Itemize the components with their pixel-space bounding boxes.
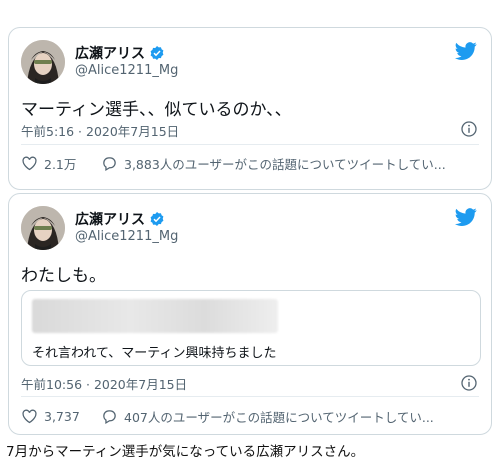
quoted-tweet-text: それ言われて、マーティン興味持ちました	[32, 346, 277, 361]
tweet-timestamp[interactable]: 午前5:16 · 2020年7月15日	[21, 121, 179, 140]
like-count: 2.1万	[44, 157, 77, 172]
verified-badge-icon	[149, 211, 165, 227]
tweet-card[interactable]: 広瀬アリス @Alice1211_Mg わたしも。 それ言われて、マーティン興味…	[8, 193, 492, 435]
info-icon[interactable]	[461, 121, 477, 137]
display-name[interactable]: 広瀬アリス	[75, 43, 145, 63]
conversation-link[interactable]: 3,883人のユーザーがこの話題についてツイートしてい...	[101, 154, 446, 173]
divider	[21, 144, 479, 145]
divider	[21, 396, 479, 397]
like-button[interactable]: 2.1万	[21, 154, 101, 173]
reply-bubble-icon	[101, 408, 118, 425]
heart-icon	[21, 155, 38, 172]
tweet-text: わたしも。	[21, 266, 106, 286]
info-icon[interactable]	[461, 375, 477, 391]
like-button[interactable]: 3,737	[21, 408, 101, 425]
display-name[interactable]: 広瀬アリス	[75, 209, 145, 229]
quoted-tweet[interactable]: それ言われて、マーティン興味持ちました	[21, 290, 481, 366]
heart-icon	[21, 408, 38, 425]
twitter-bird-icon[interactable]	[455, 40, 477, 62]
tweet-card[interactable]: 広瀬アリス @Alice1211_Mg マーティン選手、、似ているのか、、 午前…	[8, 27, 492, 190]
user-handle[interactable]: @Alice1211_Mg	[75, 229, 178, 244]
tweet-text: マーティン選手、、似ているのか、、	[21, 100, 292, 120]
tweet-timestamp[interactable]: 午前10:56 · 2020年7月15日	[21, 374, 187, 393]
avatar[interactable]	[21, 40, 65, 84]
like-count: 3,737	[44, 409, 80, 424]
conversation-text: 407人のユーザーがこの話題についてツイートしてい...	[124, 410, 434, 425]
avatar[interactable]	[21, 206, 65, 250]
image-caption: 7月からマーティン選手が気になっている広瀬アリスさん。	[6, 444, 365, 460]
user-handle[interactable]: @Alice1211_Mg	[75, 63, 178, 78]
blurred-content	[32, 299, 278, 333]
verified-badge-icon	[149, 45, 165, 61]
conversation-link[interactable]: 407人のユーザーがこの話題についてツイートしてい...	[101, 407, 434, 426]
twitter-bird-icon[interactable]	[455, 206, 477, 228]
conversation-text: 3,883人のユーザーがこの話題についてツイートしてい...	[124, 157, 446, 172]
reply-bubble-icon	[101, 155, 118, 172]
